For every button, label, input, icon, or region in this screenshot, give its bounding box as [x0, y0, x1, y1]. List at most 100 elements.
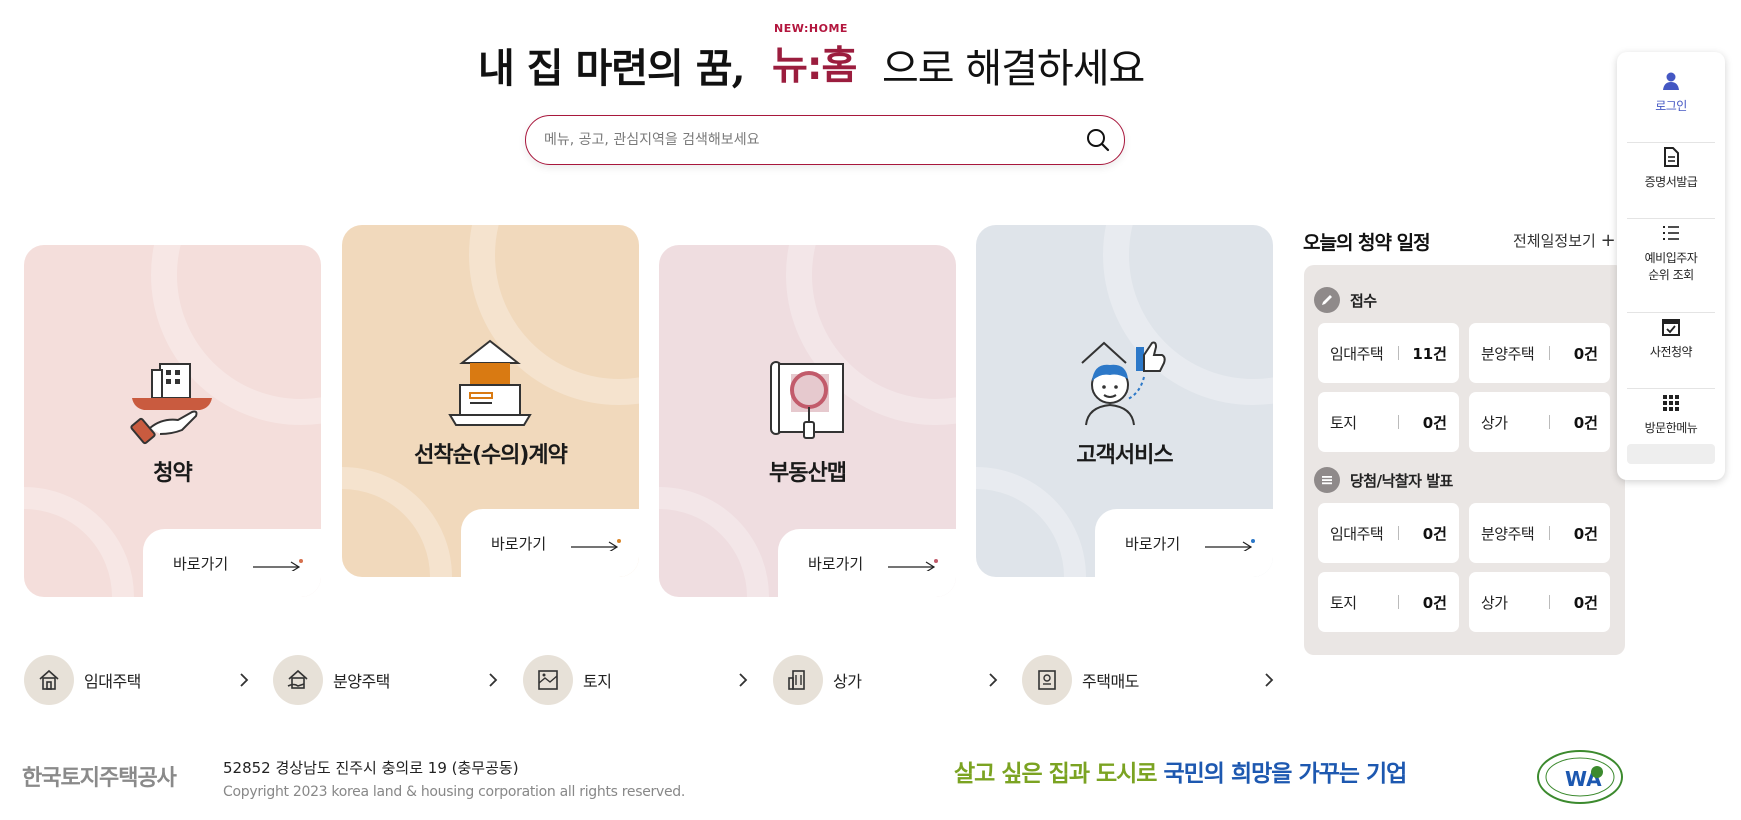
customer-thumbs-up-icon	[1081, 341, 1166, 426]
footer-slogan: 살고 싶은 집과 도시로 국민의 희망을 가꾸는 기업	[954, 754, 1407, 788]
category-label: 토지	[583, 672, 612, 691]
card-real-estate-map[interactable]: 부동산맵 바로가기	[659, 245, 956, 597]
category-commercial[interactable]: 상가	[773, 655, 998, 705]
contract-icon	[1038, 670, 1056, 690]
cell-label: 임대주택	[1330, 525, 1384, 543]
schedule-cell[interactable]: 임대주택 0건	[1318, 503, 1459, 563]
quick-label: 방문한메뉴	[1644, 421, 1698, 435]
card-go-button[interactable]: 바로가기	[143, 529, 321, 597]
chevron-right-icon	[240, 673, 249, 687]
hero-lead-text: 내 집 마련의 꿈,	[478, 45, 746, 92]
quick-label-line1: 예비입주자	[1644, 251, 1698, 265]
search-input[interactable]	[544, 128, 1064, 152]
cell-label: 상가	[1481, 414, 1508, 432]
card-first-come-contract[interactable]: 선착순(수의)계약 바로가기	[342, 225, 639, 577]
hero-tail-text: 으로 해결하세요	[882, 46, 1145, 92]
card-go-button[interactable]: 바로가기	[461, 509, 639, 577]
category-label: 임대주택	[84, 672, 141, 691]
card-title: 선착순(수의)계약	[414, 443, 568, 468]
category-label: 분양주택	[333, 672, 390, 691]
document-icon	[1664, 147, 1679, 167]
quick-visited-menu[interactable]: 방문한메뉴	[1617, 392, 1725, 437]
brand-logo[interactable]: NEW:HOME 뉴:홈	[772, 22, 868, 89]
section-header-received: 접수	[1314, 287, 1377, 313]
list-icon	[1314, 467, 1340, 493]
quick-certificate[interactable]: 증명서발급	[1617, 146, 1725, 191]
card-go-button[interactable]: 바로가기	[778, 529, 956, 597]
search-icon	[1087, 129, 1110, 152]
quick-waitlist-rank[interactable]: 예비입주자 순위 조회	[1617, 222, 1725, 284]
category-label: 상가	[833, 672, 862, 691]
arrow-right-icon	[1205, 539, 1255, 551]
go-label: 바로가기	[491, 534, 547, 553]
quick-label-line2: 순위 조회	[1648, 268, 1694, 282]
schedule-cell[interactable]: 상가 0건	[1469, 572, 1610, 632]
footer-address: 52852 경상남도 진주시 충의로 19 (충무공동)	[223, 759, 519, 777]
quick-label: 증명서발급	[1644, 175, 1698, 189]
schedule-cell[interactable]: 분양주택 0건	[1469, 503, 1610, 563]
cell-label: 분양주택	[1481, 525, 1535, 543]
schedule-cell[interactable]: 토지 0건	[1318, 392, 1459, 452]
laptop-house-icon	[448, 339, 532, 426]
card-subscription[interactable]: 청약 바로가기	[24, 245, 321, 597]
web-accessibility-mark[interactable]: WA	[1535, 748, 1625, 806]
view-all-schedule-link[interactable]: 전체일정보기 +	[1513, 230, 1616, 251]
card-customer-service[interactable]: 고객서비스 바로가기	[976, 225, 1273, 577]
slogan-green: 살고 싶은 집과 도시로	[954, 761, 1157, 787]
map-magnifier-icon	[770, 361, 844, 439]
house-sale-icon	[287, 669, 308, 689]
calendar-check-icon	[1662, 319, 1680, 336]
list-icon	[1663, 226, 1679, 240]
cell-count: 0건	[1422, 594, 1447, 612]
footer-logo[interactable]: 한국토지주택공사	[22, 760, 177, 792]
card-title: 청약	[153, 461, 192, 486]
chevron-right-icon	[989, 673, 998, 687]
cell-label: 분양주택	[1481, 345, 1535, 363]
category-house-sell[interactable]: 주택매도	[1022, 655, 1274, 705]
hero-headline: 내 집 마련의 꿈, NEW:HOME 뉴:홈 으로 해결하세요	[478, 22, 1198, 92]
go-label: 바로가기	[1125, 534, 1181, 553]
section-header-winners: 당첨/낙찰자 발표	[1314, 467, 1453, 493]
schedule-title: 오늘의 청약 일정	[1303, 232, 1431, 254]
quick-login[interactable]: 로그인	[1617, 70, 1725, 115]
chevron-right-icon	[1265, 673, 1274, 687]
category-label: 주택매도	[1082, 672, 1139, 691]
schedule-cell[interactable]: 상가 0건	[1469, 392, 1610, 452]
go-label: 바로가기	[173, 554, 229, 573]
chevron-right-icon	[489, 673, 498, 687]
house-hand-icon	[130, 363, 212, 445]
plus-icon: +	[1600, 230, 1616, 251]
card-title: 고객서비스	[1076, 443, 1173, 468]
cell-count: 0건	[1422, 525, 1447, 543]
house-icon	[39, 669, 59, 690]
schedule-cell[interactable]: 분양주택 0건	[1469, 323, 1610, 383]
user-icon	[1663, 72, 1679, 90]
category-sale-housing[interactable]: 분양주택	[273, 655, 498, 705]
card-title: 부동산맵	[769, 461, 847, 486]
quick-label: 사전청약	[1649, 345, 1693, 359]
arrow-right-icon	[253, 559, 303, 571]
schedule-cell[interactable]: 토지 0건	[1318, 572, 1459, 632]
search-button[interactable]	[1084, 126, 1112, 154]
category-land[interactable]: 토지	[523, 655, 748, 705]
cell-label: 토지	[1330, 414, 1357, 432]
grid-icon	[1663, 395, 1679, 411]
search-bar	[525, 115, 1125, 165]
cell-count: 0건	[1573, 345, 1598, 363]
slogan-blue: 국민의 희망을 가꾸는 기업	[1163, 761, 1407, 787]
wa-certification-icon: WA	[1537, 750, 1623, 804]
schedule-cell[interactable]: 임대주택 11건	[1318, 323, 1459, 383]
card-go-button[interactable]: 바로가기	[1095, 509, 1273, 577]
arrow-right-icon	[888, 559, 938, 571]
quick-label: 로그인	[1655, 99, 1687, 113]
schedule-panel: 접수 임대주택 11건 분양주택 0건 토지 0건 상가 0건 당첨/낙찰자 발…	[1304, 265, 1625, 655]
quick-scroll-top[interactable]	[1627, 444, 1715, 464]
cell-count: 0건	[1573, 414, 1598, 432]
brand-logo-ko: 뉴:홈	[772, 44, 857, 89]
building-icon	[788, 670, 805, 690]
category-rental-housing[interactable]: 임대주택	[24, 655, 249, 705]
quick-pre-subscription[interactable]: 사전청약	[1617, 316, 1725, 361]
land-icon	[538, 670, 558, 690]
cell-count: 0건	[1573, 525, 1598, 543]
cell-label: 토지	[1330, 594, 1357, 612]
